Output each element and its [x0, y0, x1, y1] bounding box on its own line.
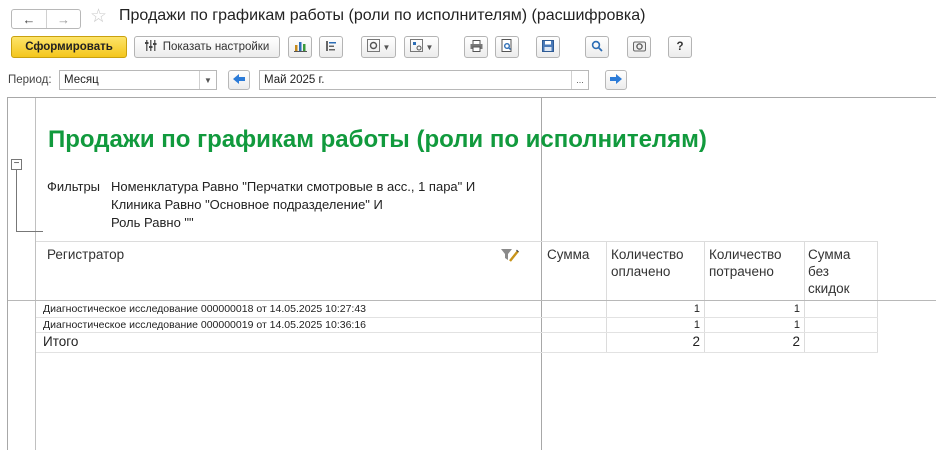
column-header-line: Сумма: [808, 247, 851, 262]
variants-dropdown-button[interactable]: ▼: [361, 36, 396, 58]
grid-line: [606, 241, 607, 353]
grid-line: [804, 241, 805, 353]
title-bar: ← → ☆ Продажи по графикам работы (роли п…: [0, 0, 936, 34]
settings-sliders-icon: [144, 39, 157, 55]
grid-line: [8, 300, 936, 301]
show-settings-button[interactable]: Показать настройки: [134, 36, 280, 58]
period-type-value: Месяц: [64, 74, 99, 86]
back-button[interactable]: ←: [12, 10, 46, 28]
arrow-right-icon: [610, 73, 622, 87]
column-header-sum-no-discount[interactable]: Сумма без скидок: [808, 246, 850, 297]
toolbar: Сформировать Показать настройки ▼ ▼ ?: [0, 36, 936, 62]
grid-line: [36, 241, 878, 242]
total-qty-paid: 2: [692, 334, 700, 349]
report-sheet[interactable]: Продажи по графикам работы (роли по испо…: [7, 97, 936, 450]
column-header-line: оплачено: [611, 264, 671, 279]
floppy-disk-icon: [542, 39, 554, 55]
settings-dropdown-button[interactable]: ▼: [404, 36, 439, 58]
column-header-registrator[interactable]: Регистратор: [47, 246, 124, 263]
camera-icon: [632, 40, 646, 55]
column-header-qty-paid[interactable]: Количество оплачено: [611, 246, 684, 280]
favorite-star-icon[interactable]: ☆: [90, 6, 107, 28]
structure-button[interactable]: [319, 36, 343, 58]
chart-button[interactable]: [288, 36, 312, 58]
filters-label: Фильтры: [47, 179, 101, 194]
period-label: Период:: [8, 74, 52, 86]
column-header-sum[interactable]: Сумма: [547, 246, 589, 263]
table-row-registrator[interactable]: Диагностическое исследование 000000019 о…: [43, 319, 366, 331]
total-qty-spent: 2: [792, 334, 800, 349]
filter-line: Номенклатура Равно "Перчатки смотровые в…: [111, 179, 476, 194]
column-header-qty-spent[interactable]: Количество потрачено: [709, 246, 782, 280]
period-date-field[interactable]: Май 2025 г. ...: [259, 70, 589, 90]
arrow-right-icon: →: [57, 11, 70, 27]
column-header-line: скидок: [808, 281, 850, 296]
collapse-group-icon[interactable]: −: [11, 159, 22, 170]
search-icon: [591, 40, 603, 55]
print-preview-icon: [501, 39, 513, 55]
grid-line: [36, 332, 878, 333]
column-header-line: потрачено: [709, 264, 774, 279]
forward-button[interactable]: →: [46, 10, 80, 28]
more-actions-button[interactable]: [627, 36, 651, 58]
cell-qty-paid: 1: [693, 303, 700, 315]
grid-line: [36, 317, 878, 318]
period-type-select[interactable]: Месяц ▼: [59, 70, 217, 90]
chevron-down-icon: ▼: [425, 42, 434, 52]
page-title: Продажи по графикам работы (роли по испо…: [119, 7, 646, 24]
cell-qty-spent: 1: [793, 303, 800, 315]
arrow-left-icon: ←: [22, 11, 36, 27]
period-prev-button[interactable]: [228, 70, 250, 90]
group-bracket: [16, 231, 43, 232]
help-button[interactable]: ?: [668, 36, 692, 58]
find-button[interactable]: [585, 36, 609, 58]
table-row-registrator[interactable]: Диагностическое исследование 000000018 о…: [43, 303, 366, 315]
show-settings-label: Показать настройки: [162, 41, 270, 53]
report-title: Продажи по графикам работы (роли по испо…: [48, 126, 707, 153]
column-header-line: Количество: [709, 247, 782, 262]
save-button[interactable]: [536, 36, 560, 58]
nav-group: ← →: [11, 9, 81, 29]
chevron-down-icon: ▼: [382, 42, 391, 52]
gear-grid-icon: [366, 39, 380, 55]
period-date-value: Май 2025 г.: [264, 74, 325, 86]
list-structure-icon: [325, 40, 337, 55]
cell-qty-paid: 1: [693, 319, 700, 331]
cell-qty-spent: 1: [793, 319, 800, 331]
generate-button[interactable]: Сформировать: [11, 36, 127, 58]
grid-line: [704, 241, 705, 353]
column-header-line: Количество: [611, 247, 684, 262]
period-next-button[interactable]: [605, 70, 627, 90]
ellipsis-button[interactable]: ...: [571, 71, 588, 89]
total-label: Итого: [43, 334, 79, 349]
grid-line: [35, 98, 36, 450]
grid-line: [36, 352, 878, 353]
preview-button[interactable]: [495, 36, 519, 58]
filter-line: Клиника Равно "Основное подразделение" И: [111, 197, 383, 212]
print-button[interactable]: [464, 36, 488, 58]
chevron-down-icon[interactable]: ▼: [199, 71, 216, 89]
bar-chart-icon: [293, 40, 307, 55]
settings-grid-icon: [409, 39, 423, 55]
filter-line: Роль Равно "": [111, 215, 194, 230]
group-bracket: [16, 170, 17, 232]
filter-icon[interactable]: [501, 248, 519, 266]
grid-line: [877, 241, 878, 353]
printer-icon: [470, 39, 483, 55]
arrow-left-icon: [233, 73, 245, 87]
column-header-line: без: [808, 264, 829, 279]
